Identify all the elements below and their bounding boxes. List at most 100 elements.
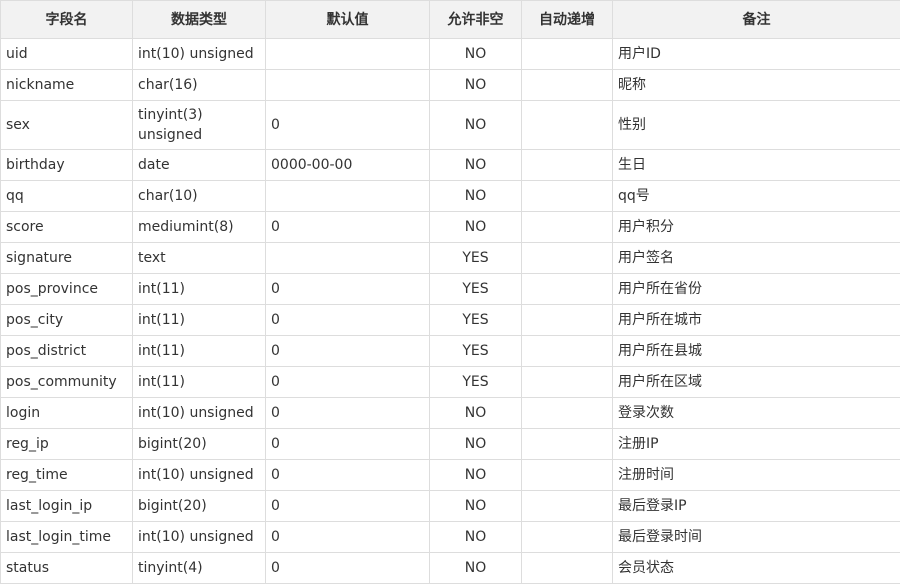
nullable-cell: NO — [430, 39, 522, 70]
comment-cell: 用户积分 — [613, 212, 900, 243]
field-name-cell: reg_time — [1, 460, 133, 491]
auto-increment-cell — [522, 460, 613, 491]
field-name-cell: nickname — [1, 70, 133, 101]
table-row: birthdaydate0000-00-00NO 生日 — [1, 150, 900, 181]
auto-increment-cell — [522, 336, 613, 367]
field-name-cell: last_login_time — [1, 522, 133, 553]
comment-cell: 会员状态 — [613, 553, 900, 584]
table-row: loginint(10) unsigned0NO登录次数 — [1, 398, 900, 429]
data-type-cell: int(11) — [133, 274, 266, 305]
field-name-cell: status — [1, 553, 133, 584]
comment-cell: 登录次数 — [613, 398, 900, 429]
nullable-cell: NO — [430, 553, 522, 584]
field-name-cell: pos_city — [1, 305, 133, 336]
data-type-cell: int(10) unsigned — [133, 522, 266, 553]
default-value-cell: 0 — [266, 398, 430, 429]
comment-cell: 用户所在省份 — [613, 274, 900, 305]
table-row: reg_ipbigint(20)0NO注册IP — [1, 429, 900, 460]
auto-increment-cell — [522, 150, 613, 181]
field-name-cell: qq — [1, 181, 133, 212]
auto-increment-cell — [522, 398, 613, 429]
auto-increment-cell — [522, 429, 613, 460]
header-data-type: 数据类型 — [133, 1, 266, 39]
table-row: signaturetextYES用户签名 — [1, 243, 900, 274]
header-nullable: 允许非空 — [430, 1, 522, 39]
field-name-cell: pos_community — [1, 367, 133, 398]
data-type-cell: bigint(20) — [133, 491, 266, 522]
nullable-cell: NO — [430, 150, 522, 181]
table-row: pos_communityint(11)0YES用户所在区域 — [1, 367, 900, 398]
data-type-cell: int(11) — [133, 336, 266, 367]
comment-cell: 生日 — [613, 150, 900, 181]
nullable-cell: NO — [430, 522, 522, 553]
table-row: pos_districtint(11)0YES用户所在县城 — [1, 336, 900, 367]
data-type-cell: tinyint(3) unsigned — [133, 101, 266, 150]
data-type-cell: int(11) — [133, 367, 266, 398]
auto-increment-cell — [522, 367, 613, 398]
auto-increment-cell — [522, 101, 613, 150]
auto-increment-cell — [522, 212, 613, 243]
default-value-cell — [266, 70, 430, 101]
comment-cell: 用户签名 — [613, 243, 900, 274]
header-field-name: 字段名 — [1, 1, 133, 39]
data-type-cell: int(11) — [133, 305, 266, 336]
auto-increment-cell — [522, 181, 613, 212]
comment-cell: 用户ID — [613, 39, 900, 70]
auto-increment-cell — [522, 274, 613, 305]
field-name-cell: last_login_ip — [1, 491, 133, 522]
nullable-cell: YES — [430, 274, 522, 305]
auto-increment-cell — [522, 243, 613, 274]
auto-increment-cell — [522, 305, 613, 336]
nullable-cell: NO — [430, 181, 522, 212]
nullable-cell: NO — [430, 398, 522, 429]
auto-increment-cell — [522, 491, 613, 522]
default-value-cell: 0 — [266, 101, 430, 150]
nullable-cell: NO — [430, 101, 522, 150]
data-type-cell: date — [133, 150, 266, 181]
default-value-cell — [266, 243, 430, 274]
table-row: sextinyint(3) unsigned0NO 性别 — [1, 101, 900, 150]
default-value-cell: 0 — [266, 491, 430, 522]
nullable-cell: YES — [430, 243, 522, 274]
nullable-cell: NO — [430, 212, 522, 243]
auto-increment-cell — [522, 522, 613, 553]
schema-table: 字段名 数据类型 默认值 允许非空 自动递增 备注 uidint(10) uns… — [0, 0, 900, 584]
header-row: 字段名 数据类型 默认值 允许非空 自动递增 备注 — [1, 1, 900, 39]
table-header: 字段名 数据类型 默认值 允许非空 自动递增 备注 — [1, 1, 900, 39]
nullable-cell: YES — [430, 367, 522, 398]
auto-increment-cell — [522, 39, 613, 70]
data-type-cell: char(16) — [133, 70, 266, 101]
data-type-cell: int(10) unsigned — [133, 39, 266, 70]
data-type-cell: int(10) unsigned — [133, 398, 266, 429]
table-row: statustinyint(4)0NO会员状态 — [1, 553, 900, 584]
header-default-value: 默认值 — [266, 1, 430, 39]
table-row: last_login_ipbigint(20)0NO最后登录IP — [1, 491, 900, 522]
comment-cell: 昵称 — [613, 70, 900, 101]
default-value-cell: 0 — [266, 212, 430, 243]
nullable-cell: NO — [430, 70, 522, 101]
data-type-cell: mediumint(8) — [133, 212, 266, 243]
default-value-cell: 0 — [266, 367, 430, 398]
header-comment: 备注 — [613, 1, 900, 39]
field-name-cell: score — [1, 212, 133, 243]
default-value-cell: 0 — [266, 460, 430, 491]
table-row: pos_cityint(11)0YES用户所在城市 — [1, 305, 900, 336]
field-name-cell: sex — [1, 101, 133, 150]
default-value-cell — [266, 39, 430, 70]
table-row: uidint(10) unsigned NO 用户ID — [1, 39, 900, 70]
field-name-cell: signature — [1, 243, 133, 274]
table-row: last_login_timeint(10) unsigned0NO最后登录时间 — [1, 522, 900, 553]
nullable-cell: YES — [430, 336, 522, 367]
field-name-cell: birthday — [1, 150, 133, 181]
default-value-cell: 0 — [266, 274, 430, 305]
field-name-cell: uid — [1, 39, 133, 70]
default-value-cell: 0000-00-00 — [266, 150, 430, 181]
default-value-cell — [266, 181, 430, 212]
comment-cell: 注册时间 — [613, 460, 900, 491]
data-type-cell: int(10) unsigned — [133, 460, 266, 491]
field-name-cell: pos_province — [1, 274, 133, 305]
table-row: scoremediumint(8)0NO 用户积分 — [1, 212, 900, 243]
default-value-cell: 0 — [266, 429, 430, 460]
comment-cell: 性别 — [613, 101, 900, 150]
nullable-cell: NO — [430, 491, 522, 522]
